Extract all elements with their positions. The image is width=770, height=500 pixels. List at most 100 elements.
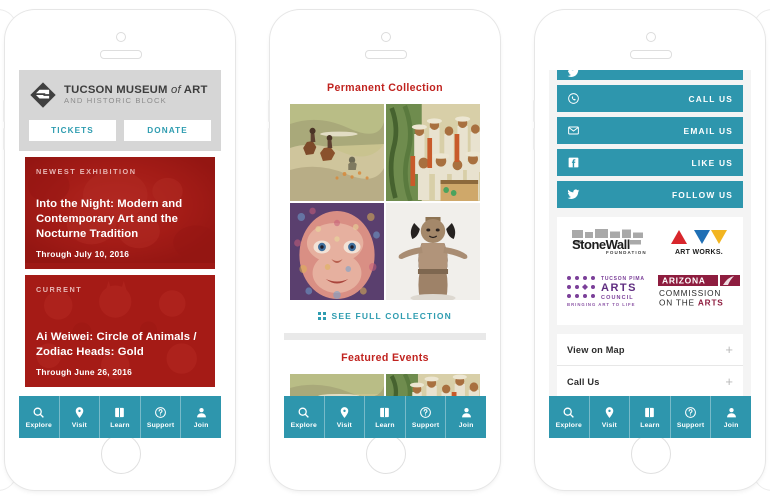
svg-text:ART WORKS.: ART WORKS. bbox=[675, 249, 723, 256]
card-title: Into the Night: Modern and Contemporary … bbox=[36, 197, 183, 240]
bottom-nav-bar: Explore Visit Learn Support Join bbox=[549, 396, 751, 438]
ceramic-figure-sculpture bbox=[386, 203, 480, 300]
contact-button-label: EMAIL US bbox=[683, 125, 733, 136]
envelope-icon bbox=[568, 126, 579, 135]
nav-item-join[interactable]: Join bbox=[446, 396, 486, 438]
nav-item-join[interactable]: Join bbox=[711, 396, 751, 438]
nav-label: Join bbox=[723, 421, 739, 429]
tickets-button[interactable]: TICKETS bbox=[29, 120, 116, 141]
nav-item-support[interactable]: Support bbox=[141, 396, 182, 438]
tucson-pima-arts-council-logo: TUCSON PIMA ARTS COUNCIL BRINGING ART TO… bbox=[565, 274, 651, 313]
volume-button-up[interactable] bbox=[3, 100, 5, 122]
svg-text:ARIZONA: ARIZONA bbox=[662, 276, 706, 286]
call-us-button[interactable]: CALL US bbox=[557, 85, 743, 112]
volume-button-down[interactable] bbox=[533, 128, 535, 150]
home-button[interactable] bbox=[366, 434, 406, 474]
stonewall-foundation-logo: StoneWall FOUNDATION bbox=[570, 228, 646, 263]
tucson-pima-arts-council-logo-icon: TUCSON PIMA ARTS COUNCIL BRINGING ART TO… bbox=[567, 276, 645, 307]
nav-item-explore[interactable]: Explore bbox=[19, 396, 60, 438]
nav-item-join[interactable]: Join bbox=[181, 396, 221, 438]
nav-item-explore[interactable]: Explore bbox=[284, 396, 325, 438]
plus-icon: + bbox=[725, 342, 733, 357]
nav-label: Learn bbox=[110, 421, 130, 429]
nav-item-learn[interactable]: Learn bbox=[100, 396, 141, 438]
collection-grid bbox=[284, 104, 486, 300]
nav-label: Explore bbox=[555, 421, 582, 429]
exhibition-card-current[interactable]: CURRENT Ai Weiwei: Circle of Animals / Z… bbox=[25, 275, 215, 387]
screen-home: TUCSON MUSEUM of ART AND HISTORIC BLOCK … bbox=[19, 70, 221, 438]
map-pin-icon bbox=[75, 406, 84, 418]
nav-item-learn[interactable]: Learn bbox=[630, 396, 671, 438]
volume-button-up[interactable] bbox=[268, 100, 270, 122]
question-circle-icon bbox=[155, 406, 166, 418]
nav-item-support[interactable]: Support bbox=[406, 396, 447, 438]
nav-item-visit[interactable]: Visit bbox=[60, 396, 101, 438]
nav-label: Visit bbox=[601, 421, 617, 429]
collection-tile-mural[interactable] bbox=[386, 104, 480, 201]
art-works-nea-logo-icon: ART WORKS. bbox=[671, 230, 727, 256]
nav-item-learn[interactable]: Learn bbox=[365, 396, 406, 438]
map-pin-icon bbox=[340, 406, 349, 418]
nav-label: Visit bbox=[71, 421, 87, 429]
accordion-row-call-us[interactable]: Call Us + bbox=[557, 366, 743, 397]
twitter-icon bbox=[567, 189, 580, 199]
section-title-featured-events: Featured Events bbox=[284, 340, 486, 374]
book-icon bbox=[380, 407, 390, 417]
brand-logo[interactable]: TUCSON MUSEUM of ART AND HISTORIC BLOCK bbox=[29, 79, 211, 112]
nav-item-support[interactable]: Support bbox=[671, 396, 712, 438]
search-icon bbox=[33, 407, 45, 418]
home-button[interactable] bbox=[101, 434, 141, 474]
screen-contact: CALL US EMAIL US LIKE US FOLLOW US Stone… bbox=[549, 70, 751, 438]
follow-us-button[interactable]: FOLLOW US bbox=[557, 181, 743, 208]
volume-button-up[interactable] bbox=[533, 100, 535, 122]
phone-mockup-collection: Permanent Collection SEE FULL COLLECTION… bbox=[268, 10, 500, 490]
nav-label: Explore bbox=[25, 421, 52, 429]
see-full-collection-label: SEE FULL COLLECTION bbox=[331, 311, 452, 321]
like-us-button[interactable]: LIKE US bbox=[557, 149, 743, 176]
tma-diamond-logo-icon bbox=[30, 82, 56, 108]
email-us-button[interactable]: EMAIL US bbox=[557, 117, 743, 144]
see-full-collection-button[interactable]: SEE FULL COLLECTION bbox=[284, 300, 486, 333]
person-icon bbox=[726, 407, 736, 417]
nav-label: Explore bbox=[290, 421, 317, 429]
nav-label: Join bbox=[193, 421, 209, 429]
contact-page: CALL US EMAIL US LIKE US FOLLOW US Stone… bbox=[549, 70, 751, 438]
mosaic-portrait-of-child bbox=[290, 203, 384, 300]
phone-mockup-contact: CALL US EMAIL US LIKE US FOLLOW US Stone… bbox=[533, 10, 765, 490]
volume-button-down[interactable] bbox=[3, 128, 5, 150]
nav-item-visit[interactable]: Visit bbox=[325, 396, 366, 438]
collection-tile-ceramic-figure[interactable] bbox=[386, 203, 480, 300]
svg-text:COUNCIL: COUNCIL bbox=[601, 295, 634, 301]
stonewall-foundation-logo-icon: StoneWall FOUNDATION bbox=[572, 229, 646, 255]
volume-button-down[interactable] bbox=[268, 128, 270, 150]
collection-tile-riders[interactable] bbox=[290, 104, 384, 201]
collection-tile-mosaic-portrait[interactable] bbox=[290, 203, 384, 300]
screen-collection: Permanent Collection SEE FULL COLLECTION… bbox=[284, 70, 486, 438]
svg-text:COMMISSION: COMMISSION bbox=[659, 289, 721, 298]
exhibition-card-newest[interactable]: NEWEST EXHIBITION Into the Night: Modern… bbox=[25, 157, 215, 269]
donate-button[interactable]: DONATE bbox=[124, 120, 211, 141]
contact-button-label: LIKE US bbox=[691, 157, 733, 168]
nav-item-explore[interactable]: Explore bbox=[549, 396, 590, 438]
bottom-nav-bar: Explore Visit Learn Support Join bbox=[284, 396, 486, 438]
facebook-icon bbox=[568, 157, 579, 168]
home-button[interactable] bbox=[631, 434, 671, 474]
nav-label: Learn bbox=[640, 421, 660, 429]
brand-line-2: AND HISTORIC BLOCK bbox=[64, 96, 167, 106]
question-circle-icon bbox=[420, 406, 431, 418]
header-action-buttons: TICKETS DONATE bbox=[29, 120, 211, 141]
nav-item-visit[interactable]: Visit bbox=[590, 396, 631, 438]
phone-circle-icon bbox=[568, 93, 579, 104]
twitter-icon bbox=[567, 70, 579, 77]
front-camera-icon bbox=[646, 32, 656, 42]
nav-label: Learn bbox=[375, 421, 395, 429]
accordion-row-view-on-map[interactable]: View on Map + bbox=[557, 334, 743, 366]
search-icon bbox=[563, 407, 575, 418]
plus-icon: + bbox=[725, 374, 733, 389]
svg-text:TUCSON PIMA: TUCSON PIMA bbox=[601, 276, 645, 282]
card-date: Through June 26, 2016 bbox=[36, 367, 133, 377]
contact-button-clipped-above[interactable] bbox=[557, 70, 743, 80]
section-divider bbox=[284, 333, 486, 340]
nav-label: Support bbox=[676, 421, 705, 429]
app-header: TUCSON MUSEUM of ART AND HISTORIC BLOCK … bbox=[19, 70, 221, 151]
